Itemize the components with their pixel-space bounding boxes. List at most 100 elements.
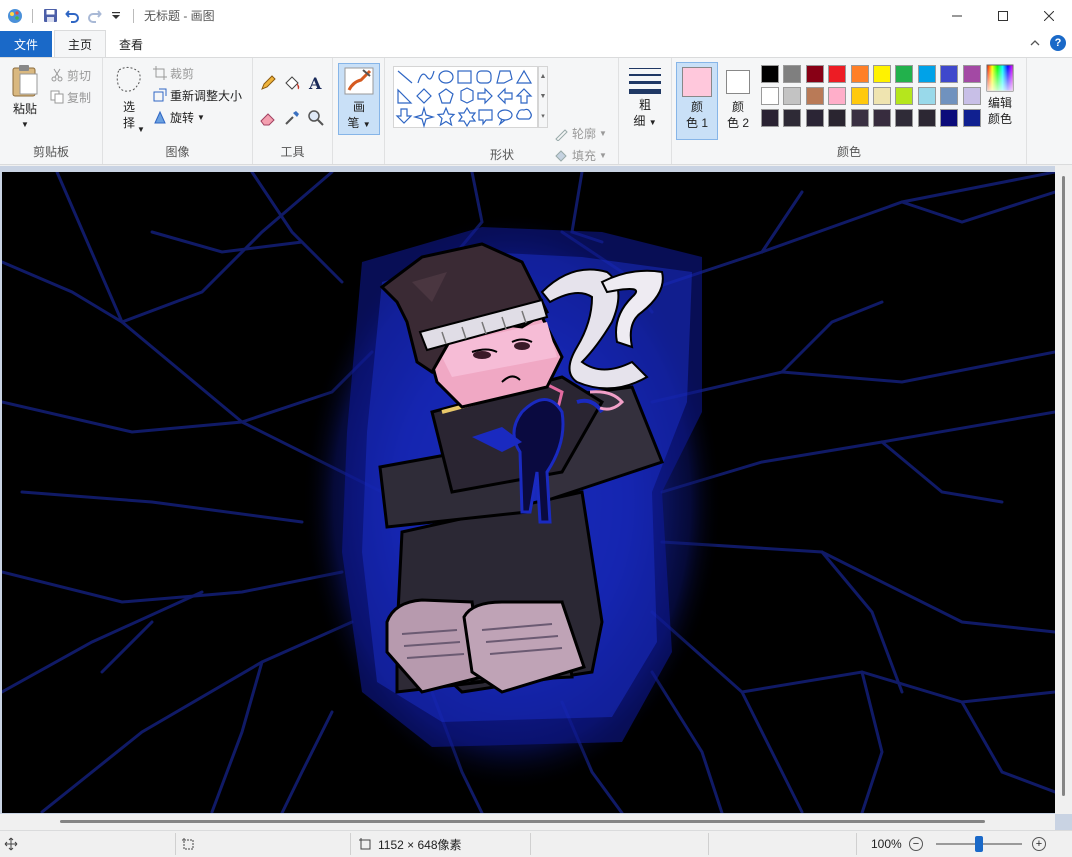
copy-label: 复制 (67, 90, 92, 105)
palette-swatch[interactable] (805, 87, 824, 105)
line-shape-icon (397, 70, 413, 84)
palette-swatch[interactable] (783, 87, 802, 105)
collapse-ribbon-icon[interactable] (1030, 36, 1040, 50)
magnifier-icon[interactable] (307, 109, 331, 130)
resize-button[interactable]: 重新调整大小 (153, 84, 242, 106)
palette-swatch[interactable] (850, 65, 869, 83)
pencil-icon[interactable] (259, 74, 283, 95)
palette-swatch[interactable] (917, 109, 936, 127)
oval-shape-icon (438, 70, 454, 84)
tab-file[interactable]: 文件 (0, 31, 52, 57)
palette-swatch[interactable] (895, 109, 914, 127)
outline-button[interactable]: 轮廓 ▼ (554, 122, 607, 144)
brushes-button[interactable]: 画 笔 ▼ (338, 63, 380, 135)
palette-swatch[interactable] (873, 109, 891, 127)
divider (856, 833, 857, 855)
vertical-scroll-thumb[interactable] (1062, 176, 1065, 796)
palette-swatch[interactable] (805, 65, 824, 83)
palette-swatch[interactable] (761, 65, 779, 83)
palette-swatch[interactable] (940, 87, 959, 105)
paste-button[interactable]: 粘贴 ▼ (6, 64, 44, 133)
palette-swatch[interactable] (783, 109, 802, 127)
rotate-icon (154, 110, 166, 124)
brushes-label-text: 笔 (347, 116, 360, 130)
rotate-button[interactable]: 旋转 ▼ (153, 106, 242, 128)
palette-swatch[interactable] (850, 109, 869, 127)
palette-swatch[interactable] (873, 87, 891, 105)
shapes-scroll[interactable]: ▲ ▼ ▾ (538, 66, 548, 128)
scissors-icon (51, 68, 63, 82)
rectangle-shape-icon (457, 70, 472, 84)
palette-swatch[interactable] (828, 87, 847, 105)
horizontal-scroll-thumb[interactable] (60, 820, 985, 823)
colors-group-label: 颜色 (836, 145, 861, 159)
palette-swatch[interactable] (940, 109, 959, 127)
minimize-button[interactable] (934, 0, 980, 31)
paint-app-icon[interactable] (6, 7, 24, 25)
palette-swatch[interactable] (895, 65, 914, 83)
color2-button[interactable]: 颜 色 2 (722, 62, 754, 140)
tab-view[interactable]: 查看 (106, 31, 156, 57)
divider (133, 8, 134, 23)
rounded-callout-shape-icon (478, 109, 493, 126)
crosshair-icon (4, 837, 18, 851)
copy-icon (50, 90, 64, 104)
zoom-in-button[interactable]: + (1032, 831, 1046, 857)
hexagon-shape-icon (460, 87, 474, 104)
undo-icon[interactable] (63, 7, 81, 25)
tab-home[interactable]: 主页 (54, 30, 107, 57)
redo-icon[interactable] (85, 7, 103, 25)
palette-swatch[interactable] (850, 87, 869, 105)
customize-toolbar-icon[interactable] (107, 7, 125, 25)
close-button[interactable] (1026, 0, 1072, 31)
vertical-scrollbar[interactable] (1055, 166, 1072, 814)
palette-swatch[interactable] (783, 65, 802, 83)
text-icon[interactable]: A (307, 74, 331, 95)
palette-swatch[interactable] (828, 109, 847, 127)
brushes-label-bottom: 笔 ▼ (339, 115, 379, 133)
palette-swatch[interactable] (761, 109, 779, 127)
color-picker-icon[interactable] (283, 109, 307, 130)
copy-button[interactable]: 复制 (50, 86, 91, 108)
canvas-size-icon (359, 838, 371, 850)
minimize-icon (952, 15, 962, 16)
cloud-callout-shape-icon (516, 108, 532, 120)
save-icon[interactable] (41, 7, 59, 25)
palette-swatch[interactable] (962, 87, 981, 105)
help-icon[interactable]: ? (1050, 35, 1066, 51)
palette-swatch[interactable] (962, 65, 981, 83)
cut-button[interactable]: 剪切 (50, 64, 91, 86)
palette-swatch[interactable] (805, 109, 824, 127)
palette-swatch[interactable] (917, 65, 936, 83)
shapes-gallery[interactable] (393, 66, 538, 129)
divider (350, 833, 351, 855)
line-width-icon (629, 68, 661, 94)
palette-swatch[interactable] (917, 87, 936, 105)
size-label-text: 细 (633, 114, 646, 128)
zoom-out-icon: − (909, 837, 923, 851)
maximize-button[interactable] (980, 0, 1026, 31)
tools-group-label: 工具 (280, 145, 305, 159)
drawing-canvas[interactable] (0, 170, 1057, 815)
canvas-size: 1152 × 648像素 (358, 831, 462, 857)
horizontal-scrollbar[interactable] (0, 814, 1055, 830)
eraser-icon[interactable] (259, 109, 283, 130)
palette-swatch[interactable] (962, 109, 981, 127)
zoom-slider-thumb[interactable] (975, 836, 983, 852)
fill-bucket-icon[interactable] (283, 74, 307, 95)
crop-button[interactable]: 裁剪 (153, 62, 242, 84)
color1-label-bottom: 色 1 (685, 116, 708, 130)
edit-colors-button[interactable]: 编辑 颜色 (980, 64, 1020, 127)
palette-swatch[interactable] (761, 87, 779, 105)
zoom-out-button[interactable]: − (909, 831, 923, 857)
cut-label: 剪切 (67, 68, 92, 83)
chevron-down-icon: ▼ (197, 112, 205, 122)
size-button[interactable]: 粗 细 ▼ (625, 66, 665, 131)
palette-swatch[interactable] (873, 65, 891, 83)
select-button[interactable]: 选 择 (109, 64, 149, 131)
palette-swatch[interactable] (895, 87, 914, 105)
color1-button[interactable]: 颜 色 1 (676, 62, 718, 140)
palette-swatch[interactable] (828, 65, 847, 83)
palette-swatch[interactable] (940, 65, 959, 83)
quick-access-toolbar: 无标题 - 画图 (0, 0, 215, 31)
